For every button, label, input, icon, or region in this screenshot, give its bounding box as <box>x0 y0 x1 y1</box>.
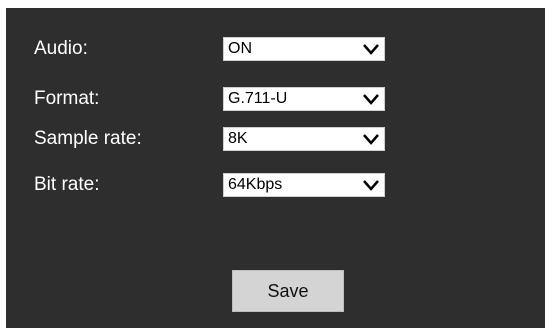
audio-row: Audio: ON <box>34 37 534 63</box>
bit-rate-row: Bit rate: 64Kbps <box>34 173 534 199</box>
chevron-down-icon <box>363 134 379 145</box>
format-label: Format: <box>34 88 100 109</box>
format-select[interactable]: G.711-U <box>223 87 385 111</box>
audio-select[interactable]: ON <box>223 37 385 61</box>
audio-settings-panel: Audio: ON Format: G.711-U Sample rate: 8… <box>0 0 553 336</box>
chevron-down-icon <box>363 44 379 55</box>
bit-rate-label: Bit rate: <box>34 174 100 195</box>
audio-label: Audio: <box>34 38 88 59</box>
sample-rate-select[interactable]: 8K <box>223 127 385 151</box>
format-select-value: G.711-U <box>228 90 288 107</box>
chevron-down-icon <box>363 94 379 105</box>
sample-rate-select-value: 8K <box>228 130 248 147</box>
chevron-down-icon <box>363 180 379 191</box>
sample-rate-row: Sample rate: 8K <box>34 127 534 153</box>
bit-rate-select-value: 64Kbps <box>228 176 283 193</box>
bit-rate-select[interactable]: 64Kbps <box>223 173 385 197</box>
save-button[interactable]: Save <box>232 270 344 312</box>
audio-select-value: ON <box>228 40 252 57</box>
format-row: Format: G.711-U <box>34 87 534 113</box>
sample-rate-label: Sample rate: <box>34 128 142 149</box>
